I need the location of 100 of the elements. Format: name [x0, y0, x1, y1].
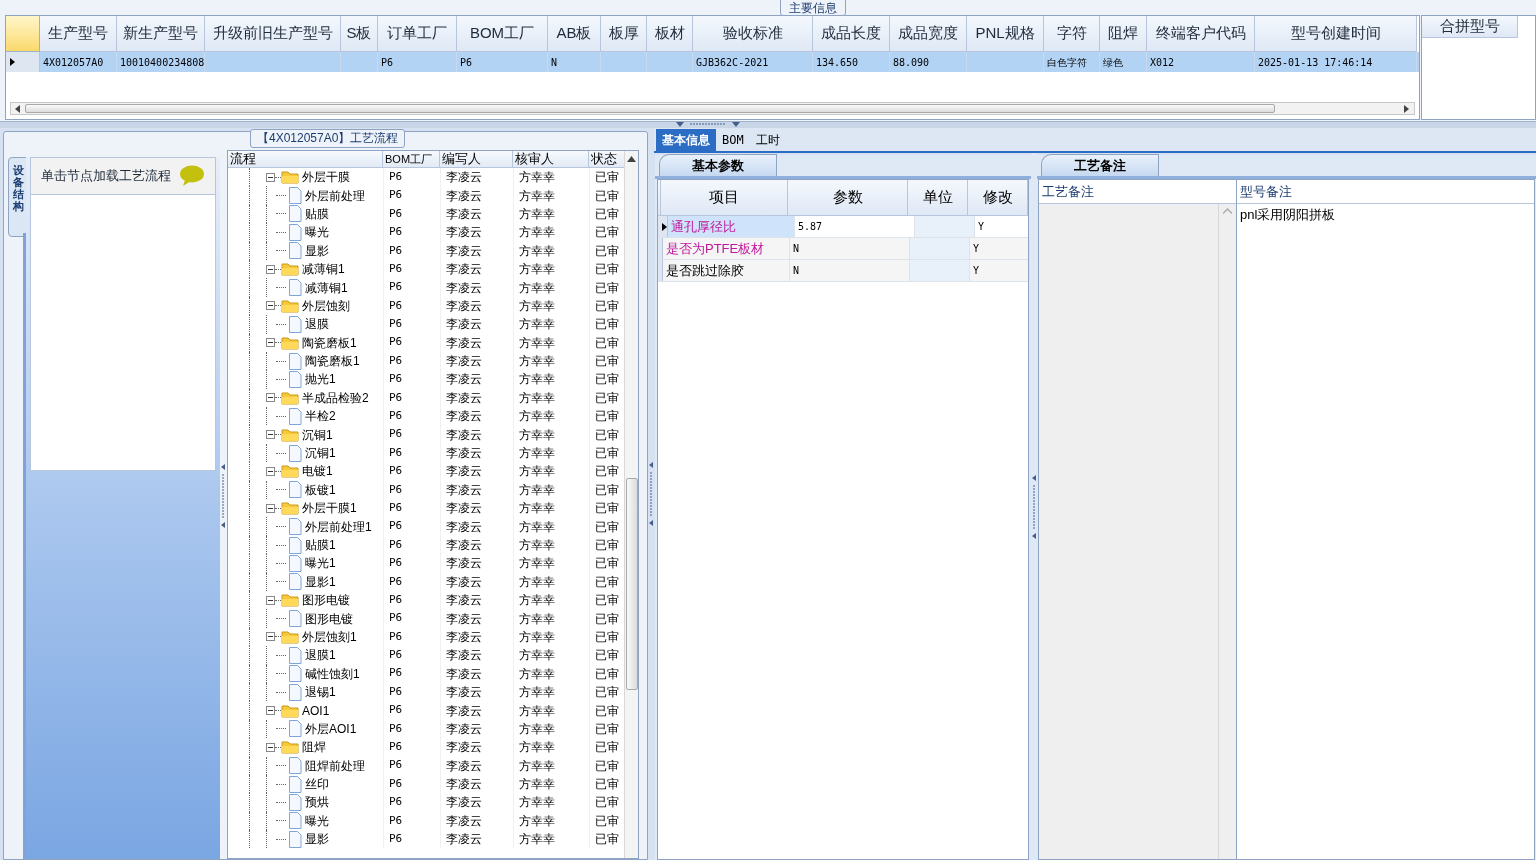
row-header[interactable]: [658, 216, 668, 237]
column-header[interactable]: 字符: [1044, 16, 1100, 52]
tree-node-label[interactable]: 曝光: [305, 223, 329, 242]
tree-node-label[interactable]: 减薄铜1: [302, 260, 345, 279]
column-header[interactable]: 项目: [661, 180, 788, 216]
column-header[interactable]: 成品宽度: [890, 16, 967, 52]
column-header[interactable]: 验收标准: [693, 16, 813, 52]
expand-toggle[interactable]: [266, 742, 275, 752]
tree-node-label[interactable]: 电镀1: [302, 462, 333, 481]
tree-node-label[interactable]: 退锡1: [305, 683, 336, 702]
panel-tab[interactable]: 基本参数: [659, 154, 777, 176]
panel-tab[interactable]: 工艺备注: [1041, 154, 1159, 176]
tree-node-label[interactable]: 碱性蚀刻1: [305, 664, 360, 683]
expand-toggle[interactable]: [266, 595, 275, 605]
expand-toggle[interactable]: [266, 338, 275, 348]
tree-node-label[interactable]: 抛光1: [305, 370, 336, 389]
expand-toggle[interactable]: [266, 466, 275, 476]
tree-node-label[interactable]: 外层蚀刻1: [302, 627, 357, 646]
table-cell-text: P6: [389, 591, 403, 608]
tree-node-label[interactable]: 显影1: [305, 572, 336, 591]
expand-toggle[interactable]: [266, 301, 275, 311]
column-header[interactable]: BOM工厂: [457, 16, 548, 52]
document-icon: [288, 720, 302, 738]
tree-node-label[interactable]: 退膜: [305, 315, 329, 334]
column-header[interactable]: 核审人: [513, 151, 589, 167]
table-row[interactable]: 是否跳过除胶 N Y: [658, 260, 1028, 282]
tree-node-label[interactable]: 外层干膜: [302, 168, 350, 187]
tree-node-label[interactable]: 图形电镀: [305, 609, 353, 628]
column-header[interactable]: 终端客户代码: [1147, 16, 1255, 52]
scroll-thumb[interactable]: [625, 478, 638, 690]
tree-node-label[interactable]: 退膜1: [305, 646, 336, 665]
tree-node-label[interactable]: 显影: [305, 241, 329, 260]
tree-node-label[interactable]: 外层AOI1: [305, 719, 357, 738]
tree-node-label[interactable]: 沉铜1: [305, 444, 336, 463]
tree-node-label[interactable]: 贴膜: [305, 204, 329, 223]
tree-node-label[interactable]: 预烘: [305, 793, 329, 812]
column-header[interactable]: AB板: [548, 16, 601, 52]
column-header[interactable]: 工艺备注: [1039, 180, 1236, 204]
expand-toggle[interactable]: [266, 430, 275, 440]
tree-node-label[interactable]: 陶瓷磨板1: [305, 352, 360, 371]
table-row[interactable]: 是否为PTFE板材 N Y: [658, 238, 1028, 260]
tree-node-label[interactable]: 阻焊: [302, 738, 326, 757]
column-header[interactable]: 单位: [908, 180, 968, 216]
column-header[interactable]: 升级前旧生产型号: [205, 16, 341, 52]
tab[interactable]: 工时: [749, 129, 786, 151]
tree-node-label[interactable]: 半成品检验2: [302, 388, 369, 407]
expand-toggle[interactable]: [266, 706, 275, 715]
column-header[interactable]: 编写人: [440, 151, 513, 167]
tree-node-label[interactable]: 阻焊前处理: [305, 756, 365, 775]
column-header[interactable]: 成品长度: [813, 16, 890, 52]
column-header[interactable]: 参数: [788, 180, 908, 216]
tree-node-label[interactable]: 曝光: [305, 811, 329, 830]
column-header[interactable]: BOM工厂: [383, 151, 440, 167]
note-area[interactable]: pnl采用阴阳拼板: [1237, 204, 1534, 859]
tree-node-label[interactable]: 陶瓷磨板1: [302, 333, 357, 352]
column-header[interactable]: 新生产型号: [117, 16, 205, 52]
tree-node-label[interactable]: 显影: [305, 830, 329, 849]
column-header[interactable]: 状态: [589, 151, 627, 167]
expand-toggle[interactable]: [266, 503, 275, 513]
table-cell-text: P6: [389, 683, 403, 700]
table-cell-text: 李凌云: [446, 720, 482, 738]
column-header[interactable]: 型号创建时间: [1255, 16, 1417, 52]
column-header[interactable]: 板厚: [601, 16, 647, 52]
tree-node-label[interactable]: 曝光1: [305, 554, 336, 573]
expand-toggle[interactable]: [266, 393, 275, 403]
tree-node-label[interactable]: 外层前处理: [305, 186, 365, 205]
tree-node-label[interactable]: 图形电镀: [302, 591, 350, 610]
table-cell-text: P6: [389, 499, 403, 516]
tab[interactable]: 基本信息: [656, 129, 716, 151]
horizontal-scrollbar[interactable]: [10, 102, 1415, 115]
column-header[interactable]: 合拼型号: [1422, 16, 1518, 38]
vertical-scrollbar[interactable]: [624, 151, 638, 858]
expand-toggle[interactable]: [266, 172, 275, 182]
column-header[interactable]: 修改: [968, 180, 1028, 216]
expand-toggle[interactable]: [266, 264, 275, 274]
column-header[interactable]: 生产型号: [40, 16, 117, 52]
tree-node-label[interactable]: 减薄铜1: [305, 278, 348, 297]
expand-toggle[interactable]: [266, 632, 275, 642]
column-header[interactable]: 订单工厂: [378, 16, 457, 52]
table-cell: [915, 216, 975, 237]
scroll-thumb[interactable]: [25, 104, 1275, 113]
table-row[interactable]: 通孔厚径比 5.87 Y: [658, 216, 1028, 238]
tree-node-label[interactable]: 沉铜1: [302, 425, 333, 444]
tree-node-label[interactable]: 外层蚀刻: [302, 296, 350, 315]
tree-node-label[interactable]: AOI1: [302, 701, 330, 720]
tree-node-label[interactable]: 外层干膜1: [302, 499, 357, 518]
column-header[interactable]: S板: [341, 16, 378, 52]
column-header[interactable]: 板材: [647, 16, 693, 52]
table-row[interactable]: 4X012057A0 10010400234808 P6 P6 N GJB362C-2021 134.650 88.090 白色字符 绿色 X012 2025-01-13 17:46:14: [6, 52, 1419, 72]
tree-node-label[interactable]: 贴膜1: [305, 536, 336, 554]
table-cell-text: P6: [389, 831, 403, 847]
column-header[interactable]: 流程: [228, 151, 383, 167]
tree-node-label[interactable]: 外层前处理1: [305, 517, 372, 536]
tree-node-label[interactable]: 板镀1: [305, 480, 336, 499]
tab[interactable]: BOM: [716, 129, 750, 151]
column-header[interactable]: PNL规格: [967, 16, 1044, 52]
side-tab[interactable]: 设备结构: [8, 157, 28, 237]
tree-node-label[interactable]: 半检2: [305, 407, 336, 426]
tree-node-label[interactable]: 丝印: [305, 775, 329, 794]
column-header[interactable]: 阻焊: [1100, 16, 1147, 52]
